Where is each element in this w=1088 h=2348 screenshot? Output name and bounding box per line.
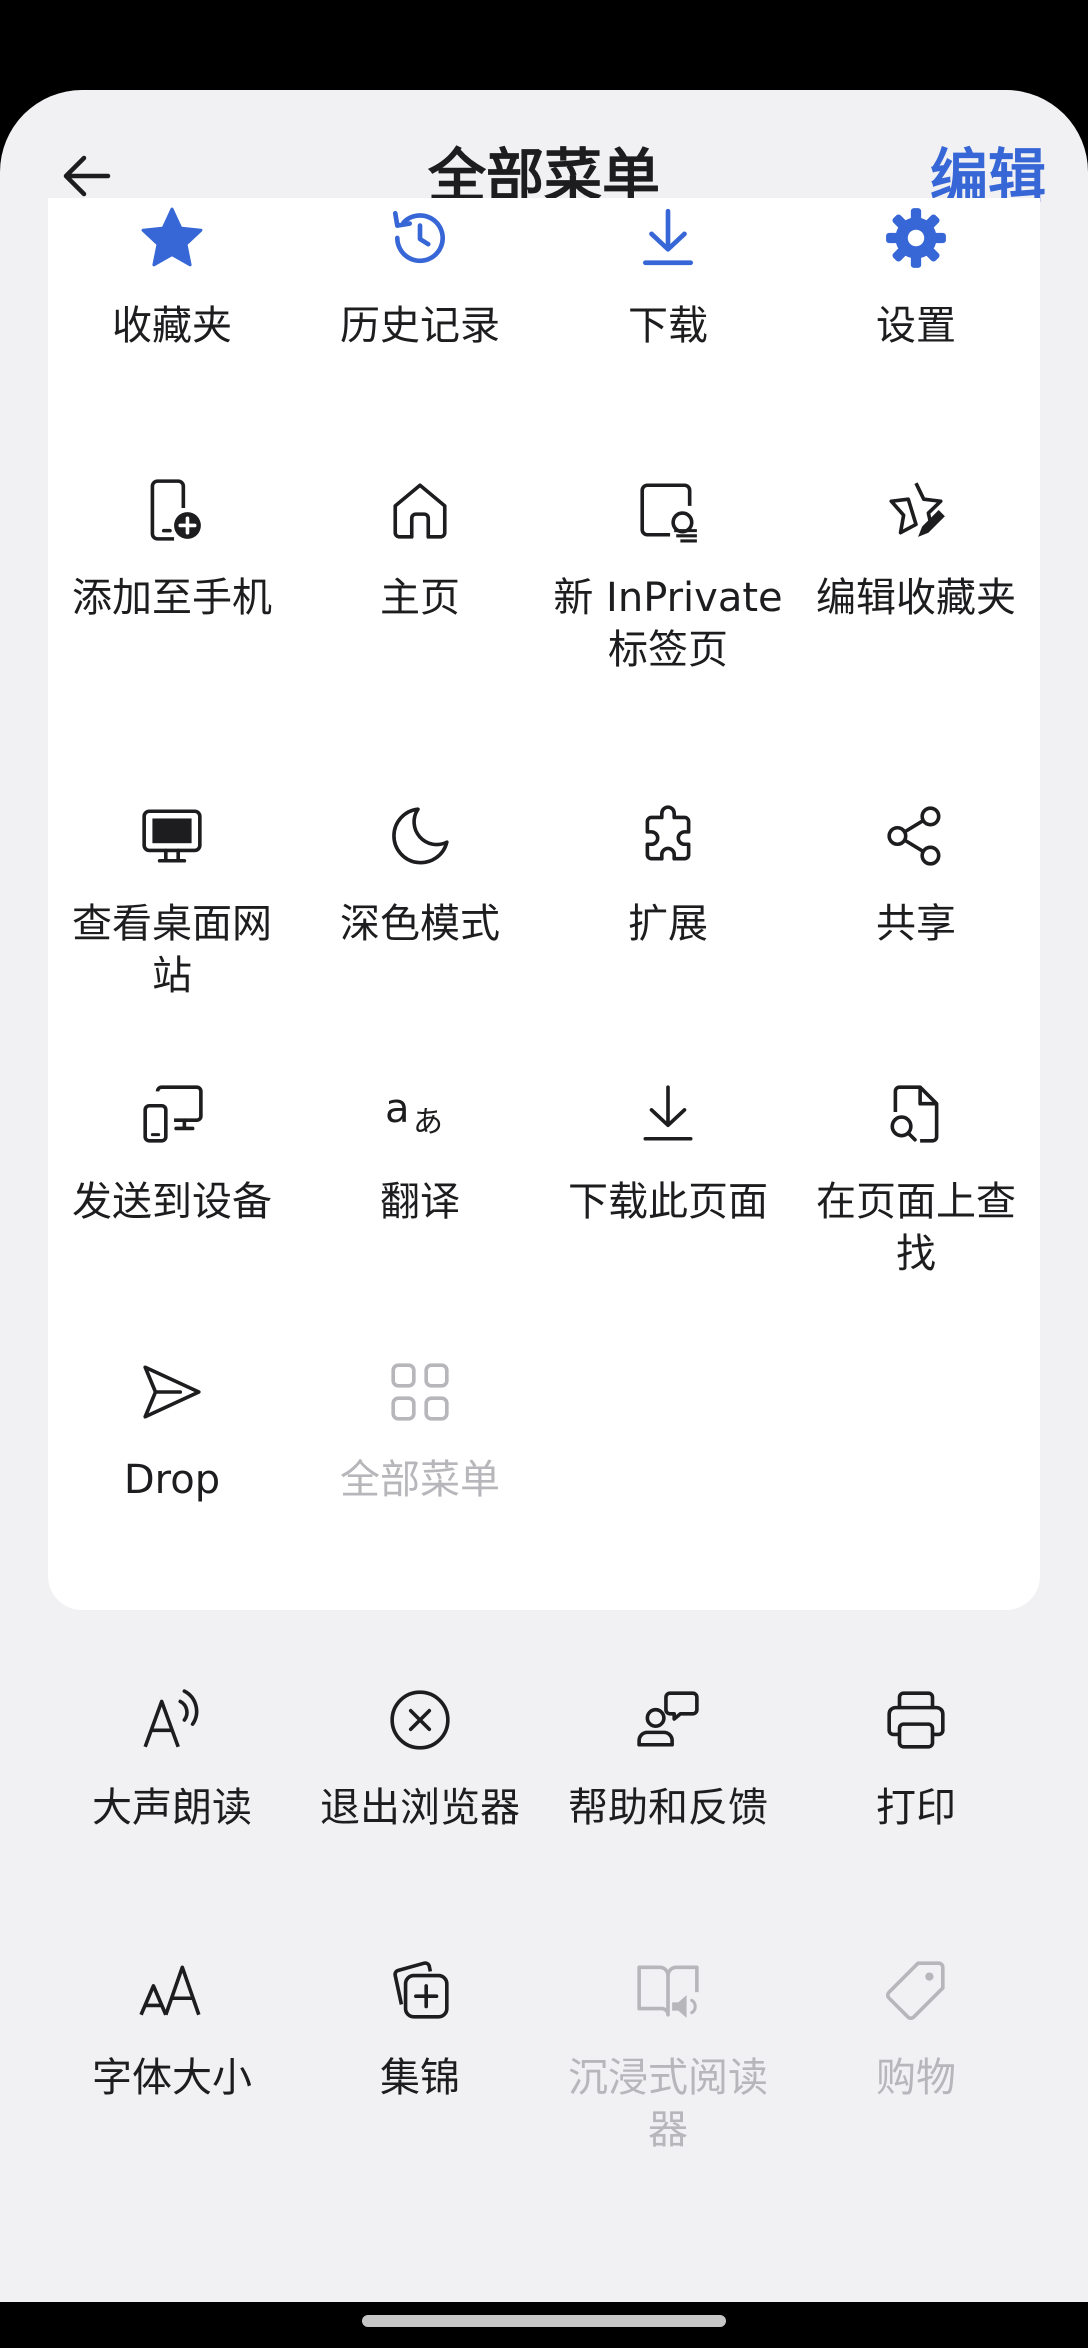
- menu-item-exit-browser[interactable]: 退出浏览器: [296, 1680, 544, 1950]
- home-indicator[interactable]: [362, 2315, 726, 2327]
- find-on-page-icon: [880, 1078, 952, 1150]
- immersive-reader-icon: [632, 1954, 704, 2026]
- menu-item-home[interactable]: 主页: [296, 470, 544, 796]
- menu-item-label: 全部菜单: [340, 1457, 500, 1503]
- menu-item-all-menu: 全部菜单: [296, 1352, 544, 1652]
- svg-text:あ: あ: [413, 1105, 443, 1140]
- desktop-site-icon: [136, 800, 208, 872]
- menu-item-help-feedback[interactable]: 帮助和反馈: [544, 1680, 792, 1950]
- menu-item-label: Drop: [123, 1457, 221, 1503]
- edit-favorites-icon: [880, 474, 952, 546]
- font-size-icon: [136, 1954, 208, 2026]
- menu-item-desktop-site[interactable]: 查看桌面网站: [48, 796, 296, 1074]
- inprivate-tab-icon: [632, 474, 704, 546]
- download-page-icon: [632, 1078, 704, 1150]
- menu-item-find-on-page[interactable]: 在页面上查找: [792, 1074, 1040, 1352]
- menu-item-shopping: 购物: [792, 1950, 1040, 2200]
- menu-item-label: 退出浏览器: [320, 1785, 520, 1831]
- menu-item-label: 主页: [380, 575, 460, 621]
- home-icon: [384, 474, 456, 546]
- exit-icon: [384, 1684, 456, 1756]
- menu-item-label: 收藏夹: [112, 303, 232, 349]
- menu-item-label: 帮助和反馈: [568, 1785, 768, 1831]
- menu-item-label: 扩展: [628, 901, 708, 947]
- menu-item-new-inprivate-tab[interactable]: 新 InPrivate 标签页: [544, 470, 792, 796]
- download-icon: [632, 202, 704, 274]
- menu-item-favorites[interactable]: 收藏夹: [48, 198, 296, 470]
- menu-item-label: 新 InPrivate 标签页: [553, 575, 783, 673]
- menu-item-label: 查看桌面网站: [72, 901, 272, 999]
- menu-item-label: 历史记录: [340, 303, 500, 349]
- menu-item-extensions[interactable]: 扩展: [544, 796, 792, 1074]
- grid-icon: [384, 1356, 456, 1428]
- menu-item-label: 发送到设备: [72, 1179, 272, 1225]
- puzzle-icon: [632, 800, 704, 872]
- menu-item-label: 集锦: [380, 2055, 460, 2101]
- svg-text:a: a: [385, 1086, 410, 1132]
- menu-grid: 收藏夹 历史记录 下载 设置 添加至手机 主页 新 InPrivate 标签页 …: [48, 198, 1040, 1652]
- collections-icon: [384, 1954, 456, 2026]
- menu-item-share[interactable]: 共享: [792, 796, 1040, 1074]
- menu-item-download-page[interactable]: 下载此页面: [544, 1074, 792, 1352]
- send-to-device-icon: [136, 1078, 208, 1150]
- menu-item-translate[interactable]: aあ 翻译: [296, 1074, 544, 1352]
- menu-item-read-aloud[interactable]: 大声朗读: [48, 1680, 296, 1950]
- menu-item-font-size[interactable]: 字体大小: [48, 1950, 296, 2200]
- menu-item-immersive-reader: 沉浸式阅读器: [544, 1950, 792, 2200]
- shopping-tag-icon: [880, 1954, 952, 2026]
- drop-send-icon: [136, 1356, 208, 1428]
- menu-item-label: 添加至手机: [72, 575, 272, 621]
- read-aloud-icon: [136, 1684, 208, 1756]
- menu-item-label: 在页面上查找: [816, 1179, 1016, 1277]
- menu-item-print[interactable]: 打印: [792, 1680, 1040, 1950]
- star-filled-icon: [136, 202, 208, 274]
- menu-item-dark-mode[interactable]: 深色模式: [296, 796, 544, 1074]
- menu-item-label: 深色模式: [340, 901, 500, 947]
- more-menu-grid: 大声朗读 退出浏览器 帮助和反馈 打印 字体大小 集锦 沉浸式阅读器 购物: [48, 1680, 1040, 2200]
- menu-item-label: 购物: [876, 2055, 956, 2101]
- translate-icon: aあ: [384, 1078, 456, 1150]
- menu-item-label: 字体大小: [92, 2055, 252, 2101]
- help-feedback-icon: [632, 1684, 704, 1756]
- menu-item-add-to-phone[interactable]: 添加至手机: [48, 470, 296, 796]
- gear-icon: [880, 202, 952, 274]
- menu-item-label: 沉浸式阅读器: [568, 2055, 768, 2153]
- printer-icon: [880, 1684, 952, 1756]
- menu-item-label: 共享: [876, 901, 956, 947]
- moon-icon: [384, 800, 456, 872]
- menu-item-edit-favorites[interactable]: 编辑收藏夹: [792, 470, 1040, 796]
- history-icon: [384, 202, 456, 274]
- add-to-phone-icon: [136, 474, 208, 546]
- menu-item-downloads[interactable]: 下载: [544, 198, 792, 470]
- menu-item-label: 下载此页面: [568, 1179, 768, 1225]
- menu-item-collections[interactable]: 集锦: [296, 1950, 544, 2200]
- menu-item-history[interactable]: 历史记录: [296, 198, 544, 470]
- menu-item-drop[interactable]: Drop: [48, 1352, 296, 1652]
- menu-item-label: 打印: [876, 1785, 956, 1831]
- share-icon: [880, 800, 952, 872]
- menu-item-label: 编辑收藏夹: [816, 575, 1016, 621]
- menu-item-label: 下载: [628, 303, 708, 349]
- menu-item-send-to-device[interactable]: 发送到设备: [48, 1074, 296, 1352]
- menu-item-label: 翻译: [380, 1179, 460, 1225]
- menu-item-label: 大声朗读: [92, 1785, 252, 1831]
- menu-item-settings[interactable]: 设置: [792, 198, 1040, 470]
- menu-item-label: 设置: [876, 303, 956, 349]
